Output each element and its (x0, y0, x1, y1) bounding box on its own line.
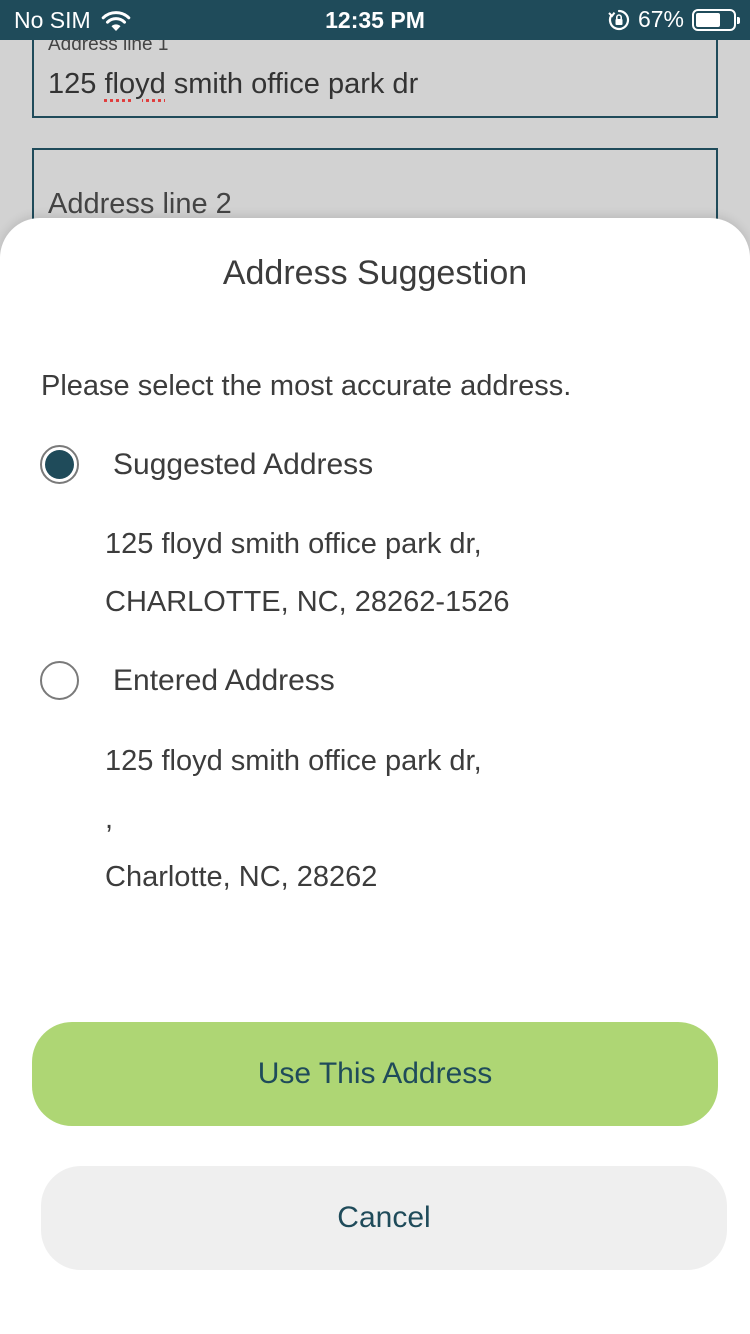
misspelled-word: floyd (104, 68, 166, 100)
address-line-2-placeholder: Address line 2 (48, 188, 232, 220)
suggested-address-line: 125 floyd smith office park dr, (105, 528, 482, 560)
entered-address-line: 125 floyd smith office park dr, (105, 745, 482, 777)
status-bar: No SIM 12:35 PM 67% (0, 0, 750, 40)
entered-address-line: , (105, 803, 114, 835)
radio-selected-dot (45, 450, 74, 479)
sheet-title: Address Suggestion (222, 254, 528, 292)
address-suggestion-sheet: Address Suggestion Please select the mos… (0, 218, 750, 1334)
battery-level (696, 12, 721, 27)
instruction-text: Please select the most accurate address. (41, 370, 572, 402)
orientation-lock-icon (608, 9, 630, 31)
suggested-address-line: CHARLOTTE, NC, 28262-1526 (105, 586, 510, 618)
address-line-1-value: 125 floyd smith office park dr (48, 68, 419, 100)
entered-address-radio[interactable] (40, 661, 79, 700)
entered-address-line: Charlotte, NC, 28262 (105, 861, 378, 893)
battery-icon (692, 8, 740, 31)
entered-address-option[interactable]: Entered Address (40, 661, 335, 700)
suggested-address-radio[interactable] (40, 445, 79, 484)
entered-address-label: Entered Address (113, 663, 335, 697)
use-this-address-button[interactable]: Use This Address (32, 1022, 718, 1126)
suggested-address-option[interactable]: Suggested Address (40, 445, 373, 484)
suggested-address-label: Suggested Address (113, 447, 374, 481)
battery-percent: 67% (637, 6, 684, 32)
cancel-button[interactable]: Cancel (41, 1166, 727, 1270)
screen: Address line 1 125 floyd smith office pa… (0, 0, 750, 1334)
